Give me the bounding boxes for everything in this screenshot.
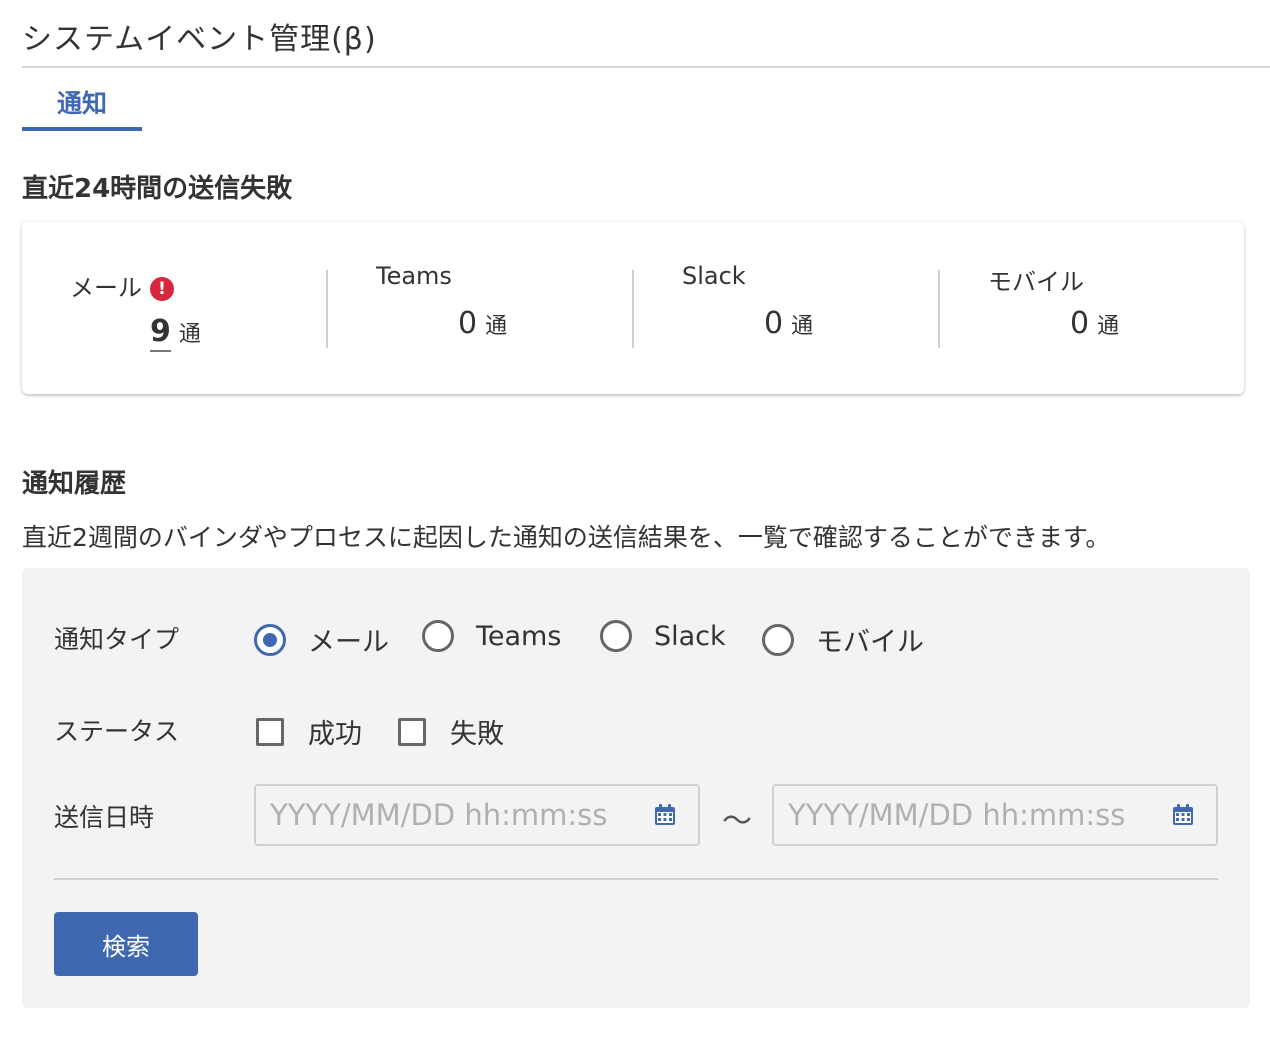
filter-panel: 通知タイプ メール Teams Slack モバイル ステータス 成功 失敗 送 [22,568,1250,1008]
title-divider [22,66,1270,68]
summary-label-mobile: モバイル [988,268,1084,296]
count-unit: 通 [178,322,201,347]
summary-heading: 直近24時間の送信失敗 [22,174,293,204]
type-option-teams-label: Teams [476,620,562,652]
summary-count-teams-value: 0 [458,306,478,341]
radio-mobile[interactable] [762,623,794,656]
checkbox-failure[interactable] [398,717,426,746]
radio-slack[interactable] [600,620,632,652]
summary-cell-mobile: モバイル 0通 [940,222,1246,394]
status-option-success-label: 成功 [308,719,362,750]
sent-datetime-label: 送信日時 [54,803,155,832]
search-button[interactable]: 検索 [54,912,198,976]
history-description: 直近2週間のバインダやプロセスに起因した通知の送信結果を、一覧で確認することがで… [22,523,1111,552]
type-option-mail[interactable]: メール [254,620,389,659]
date-from-input[interactable] [254,784,700,846]
mail-failure-count-link[interactable]: 9 [150,314,171,352]
checkbox-success[interactable] [256,717,284,746]
date-to-input[interactable] [772,784,1218,846]
summary-label-mail: メール! [70,268,174,303]
radio-teams[interactable] [422,620,454,652]
status-option-failure-label: 失敗 [450,719,504,750]
status-option-failure[interactable]: 失敗 [398,712,504,751]
type-option-mail-label: メール [308,627,389,658]
summary-count-teams: 0通 [458,306,507,341]
type-option-mobile-label: モバイル [816,627,924,658]
summary-cell-slack: Slack 0通 [634,222,940,394]
count-unit: 通 [485,314,508,339]
filter-divider [54,878,1218,880]
summary-count-mobile-value: 0 [1070,306,1090,341]
type-option-mobile[interactable]: モバイル [762,620,924,659]
date-range-separator: 〜 [722,804,752,839]
status-option-success[interactable]: 成功 [256,712,362,751]
alert-icon: ! [150,277,174,301]
summary-label-slack: Slack [682,262,746,290]
calendar-icon[interactable] [654,804,676,826]
tab-active-indicator [22,127,142,131]
failure-summary-card: メール! 9通 Teams 0通 Slack 0通 モバイル 0 通 [22,222,1244,394]
summary-label-mail-text: メール [70,274,142,302]
summary-count-mail: 9通 [150,314,201,352]
type-option-slack[interactable]: Slack [600,620,726,652]
page: システムイベント管理(β) 通知 直近24時間の送信失敗 メール! 9通 Tea… [0,0,1270,1038]
summary-cell-teams: Teams 0通 [328,222,634,394]
count-unit: 通 [791,314,814,339]
radio-mail[interactable] [254,623,286,656]
page-title: システムイベント管理(β) [22,22,377,57]
count-unit: 通 [1097,314,1120,339]
summary-cell-mail: メール! 9通 [22,222,328,394]
calendar-icon[interactable] [1172,804,1194,826]
history-heading: 通知履歴 [22,469,127,499]
summary-count-mobile: 0通 [1070,306,1119,341]
tab-notifications[interactable]: 通知 [22,80,142,132]
notification-type-label: 通知タイプ [54,625,180,654]
summary-label-teams: Teams [376,262,452,290]
summary-count-slack-value: 0 [764,306,784,341]
status-label: ステータス [54,717,180,746]
summary-count-slack: 0通 [764,306,813,341]
type-option-slack-label: Slack [654,620,726,652]
type-option-teams[interactable]: Teams [422,620,561,652]
